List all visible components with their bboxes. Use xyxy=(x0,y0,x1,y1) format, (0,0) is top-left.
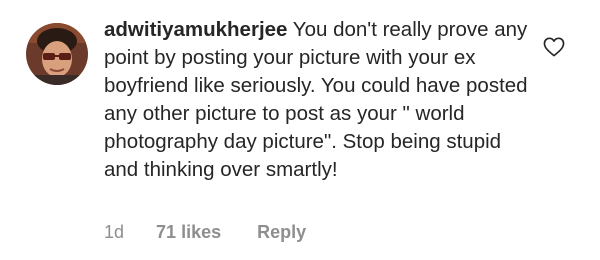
comment-username[interactable]: adwitiyamukherjee xyxy=(104,18,287,41)
avatar-image xyxy=(26,23,88,85)
like-heart-icon[interactable] xyxy=(543,37,565,57)
comment-time: 1d xyxy=(104,222,125,242)
reply-button[interactable]: Reply xyxy=(257,221,306,243)
avatar[interactable] xyxy=(26,23,88,85)
heart-outline-icon xyxy=(543,37,565,57)
comment-body: adwitiyamukherjee You don't really prove… xyxy=(104,16,534,184)
comment-meta: 1d 71 likes Reply xyxy=(104,221,306,243)
comment-text: You don't really prove any point by post… xyxy=(104,18,528,181)
likes-count[interactable]: 71 likes xyxy=(156,221,221,243)
